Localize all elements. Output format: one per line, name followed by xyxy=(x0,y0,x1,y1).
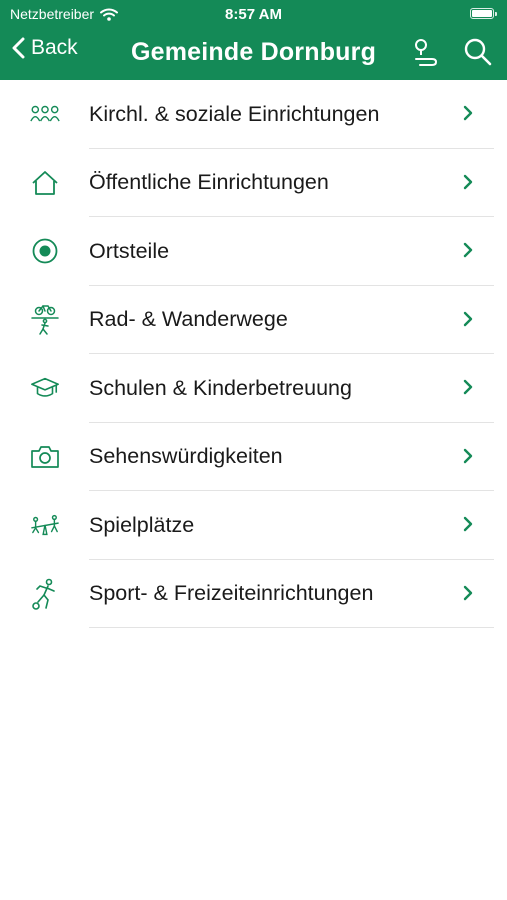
chevron-right-icon xyxy=(463,311,473,326)
search-icon[interactable] xyxy=(463,37,493,67)
list-item-label: Sport- & Freizeiteinrichtungen xyxy=(89,581,374,606)
list-item-label: Ortsteile xyxy=(89,238,170,263)
chevron-right-icon xyxy=(463,585,473,600)
list-item-label: Spielplätze xyxy=(89,512,195,537)
chevron-right-icon xyxy=(463,379,473,395)
status-time: 8:57 AM xyxy=(225,6,282,23)
house-icon xyxy=(30,168,60,198)
list-item-label: Öffentliche Einrichtungen xyxy=(89,170,329,195)
status-bar: Netzbetreiber 8:57 AM xyxy=(0,0,507,28)
playground-icon xyxy=(30,510,60,540)
list-item-label: Schulen & Kinderbetreuung xyxy=(89,375,352,400)
bike-hike-icon xyxy=(30,305,60,335)
battery-icon xyxy=(470,8,497,19)
category-list: Kirchl. & soziale Einrichtungen Öffentli… xyxy=(0,80,507,628)
list-item[interactable]: Kirchl. & soziale Einrichtungen xyxy=(0,80,507,149)
divider xyxy=(89,627,494,628)
people-group-icon xyxy=(30,99,60,129)
list-item[interactable]: Spielplätze xyxy=(0,491,507,560)
chevron-right-icon xyxy=(463,516,473,532)
app-header: Netzbetreiber 8:57 AM Back Gemeinde Dorn… xyxy=(0,0,507,80)
chevron-right-icon xyxy=(463,105,473,121)
location-target-icon xyxy=(30,236,60,266)
list-item-label: Rad- & Wanderwege xyxy=(89,307,288,332)
list-item[interactable]: Schulen & Kinderbetreuung xyxy=(0,354,507,423)
list-item[interactable]: Ortsteile xyxy=(0,217,507,286)
chevron-right-icon xyxy=(463,174,473,189)
chevron-right-icon xyxy=(463,242,473,258)
navigation-bar: Back Gemeinde Dornburg xyxy=(0,30,507,76)
list-item[interactable]: Öffentliche Einrichtungen xyxy=(0,149,507,217)
map-route-icon[interactable] xyxy=(412,37,440,67)
list-item[interactable]: Sport- & Freizeiteinrichtungen xyxy=(0,560,507,628)
list-item-label: Kirchl. & soziale Einrichtungen xyxy=(89,101,380,126)
sport-icon xyxy=(30,578,60,610)
chevron-right-icon xyxy=(463,448,473,463)
camera-icon xyxy=(30,442,60,472)
list-item-label: Sehenswürdigkeiten xyxy=(89,444,283,469)
list-item[interactable]: Sehenswürdigkeiten xyxy=(0,423,507,491)
list-item[interactable]: Rad- & Wanderwege xyxy=(0,286,507,354)
graduation-cap-icon xyxy=(30,373,60,403)
